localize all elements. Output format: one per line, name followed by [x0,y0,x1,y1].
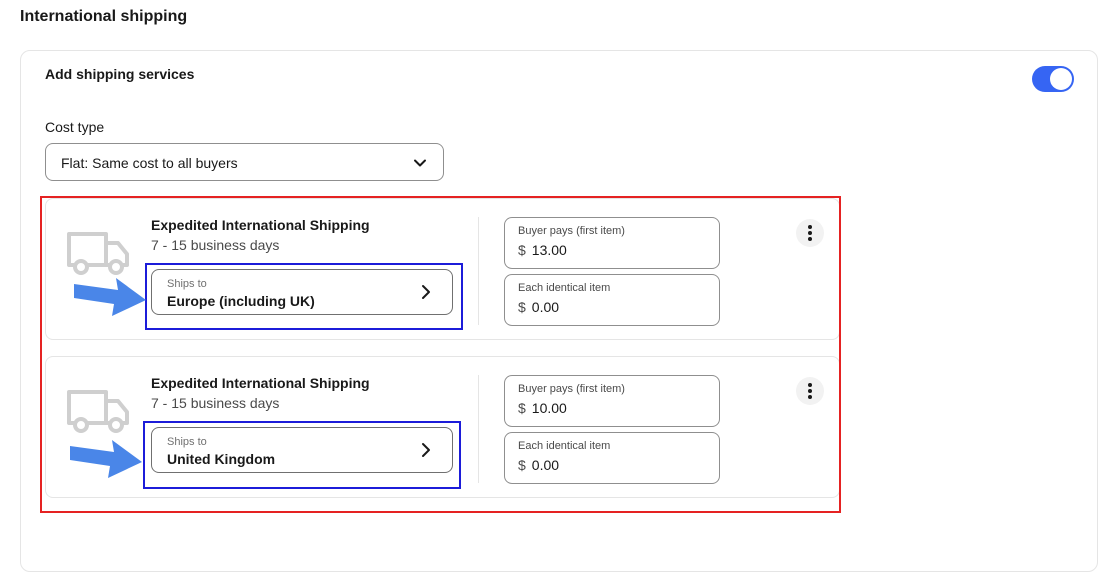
chevron-down-icon [411,154,429,177]
arrow-right-icon [68,436,144,485]
add-services-toggle[interactable] [1032,66,1074,92]
highlight-blue-box [143,421,461,489]
arrow-right-icon [72,274,148,323]
cost-type-label: Cost type [45,119,105,135]
cost-type-select[interactable]: Flat: Same cost to all buyers [45,143,444,181]
toggle-knob [1050,68,1072,90]
section-title: International shipping [20,8,188,25]
card-title: Add shipping services [45,66,195,82]
cost-type-value: Flat: Same cost to all buyers [61,155,238,171]
highlight-blue-box [145,263,463,330]
